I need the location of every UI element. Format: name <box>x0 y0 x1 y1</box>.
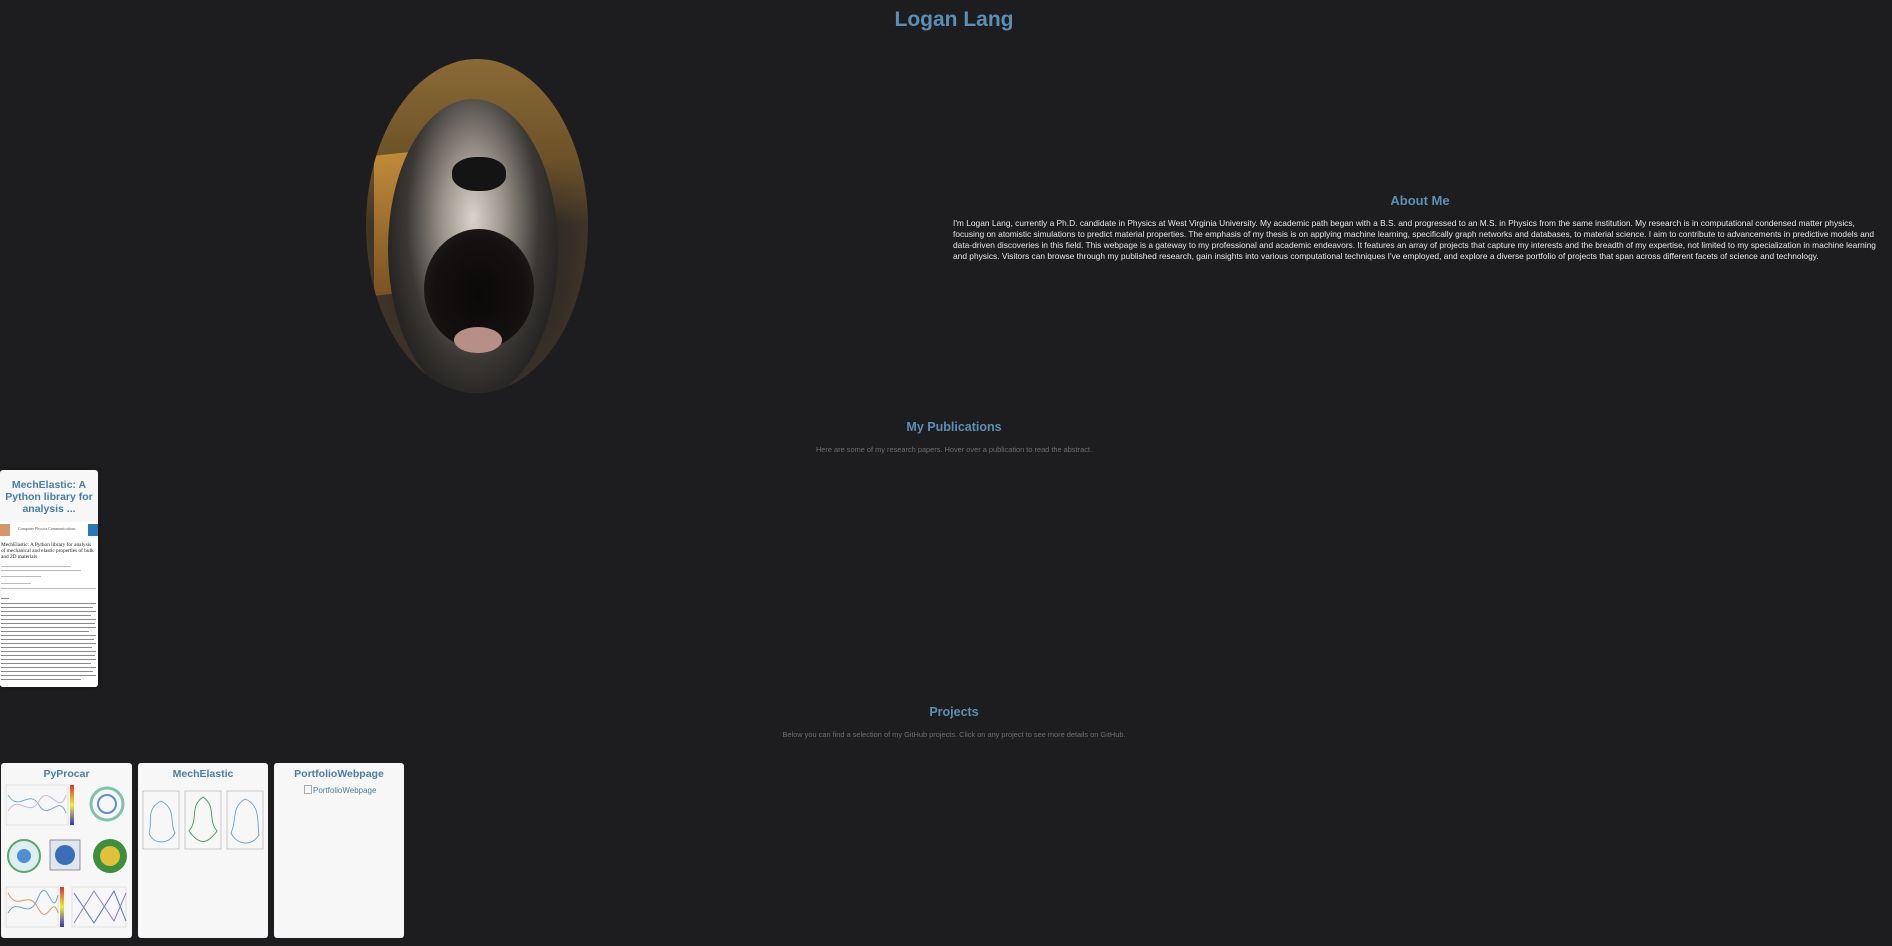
publications-subtitle: Here are some of my research papers. Hov… <box>815 445 1093 454</box>
broken-image-icon: PortfolioWebpage <box>304 785 376 795</box>
project-card-pyprocar[interactable]: PyProcar <box>1 763 132 938</box>
project-title: PyProcar <box>43 768 90 780</box>
project-thumbnail <box>142 790 264 850</box>
about-heading: About Me <box>1390 193 1450 208</box>
publications-heading: My Publications <box>906 420 1002 434</box>
project-card-portfoliowebpage[interactable]: PortfolioWebpage PortfolioWebpage <box>274 763 404 938</box>
publication-paper-title: MechElastic: A Python library for analys… <box>1 542 94 560</box>
publication-thumbnail: Computer Physics Communications MechElas… <box>0 522 98 687</box>
project-card-mechelastic[interactable]: MechElastic <box>138 763 268 938</box>
project-thumbnail <box>5 784 127 928</box>
projects-subtitle: Below you can find a selection of my Git… <box>782 730 1126 739</box>
project-image-alt: PortfolioWebpage <box>313 786 377 795</box>
profile-photo <box>366 59 588 393</box>
site-title: Logan Lang <box>894 8 1014 31</box>
projects-heading: Projects <box>929 705 979 719</box>
project-title: PortfolioWebpage <box>294 768 384 780</box>
project-title: MechElastic <box>172 768 234 780</box>
publication-title: MechElastic: A Python library for analys… <box>5 479 93 515</box>
publication-card[interactable]: MechElastic: A Python library for analys… <box>0 470 98 687</box>
about-text: I'm Logan Lang, currently a Ph.D. candid… <box>953 218 1876 261</box>
publication-journal: Computer Physics Communications <box>18 526 76 531</box>
